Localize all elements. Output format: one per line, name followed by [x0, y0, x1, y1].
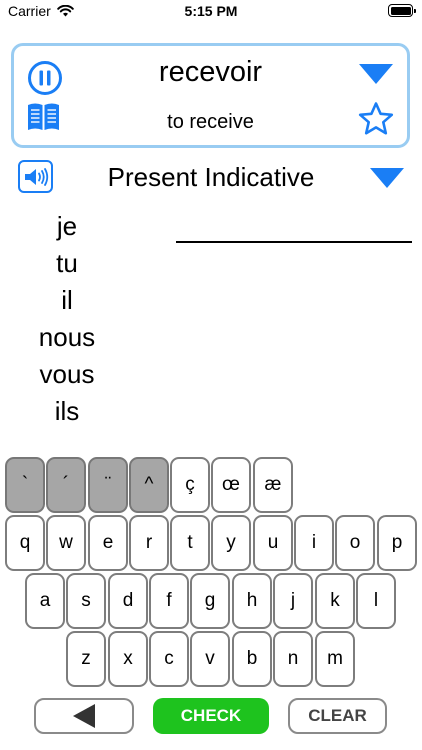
key-s[interactable]: s: [66, 573, 106, 629]
pronoun-il: il: [61, 285, 73, 315]
tense-dropdown-button[interactable]: [370, 168, 404, 193]
check-button[interactable]: CHECK: [153, 698, 269, 734]
dropdown-triangle-icon: [359, 64, 393, 84]
clear-button[interactable]: CLEAR: [288, 698, 387, 734]
favorite-button[interactable]: [358, 101, 394, 142]
key-m[interactable]: m: [315, 631, 355, 687]
star-icon: [358, 102, 394, 135]
key-c-cedilla[interactable]: ç: [170, 457, 210, 513]
key-h[interactable]: h: [232, 573, 272, 629]
verb-dropdown-button[interactable]: [359, 64, 393, 89]
key-y[interactable]: y: [211, 515, 251, 571]
key-x[interactable]: x: [108, 631, 148, 687]
key-o[interactable]: o: [335, 515, 375, 571]
key-ae-ligature[interactable]: æ: [253, 457, 293, 513]
key-l[interactable]: l: [356, 573, 396, 629]
key-t[interactable]: t: [170, 515, 210, 571]
key-accent-grave[interactable]: `: [5, 457, 45, 513]
key-c[interactable]: c: [149, 631, 189, 687]
key-w[interactable]: w: [46, 515, 86, 571]
key-e[interactable]: e: [88, 515, 128, 571]
key-z[interactable]: z: [66, 631, 106, 687]
key-q[interactable]: q: [5, 515, 45, 571]
key-accent-acute[interactable]: ´: [46, 457, 86, 513]
tense-label: Present Indicative: [107, 162, 315, 192]
key-g[interactable]: g: [190, 573, 230, 629]
key-r[interactable]: r: [129, 515, 169, 571]
key-n[interactable]: n: [273, 631, 313, 687]
key-oe-ligature[interactable]: œ: [211, 457, 251, 513]
key-j[interactable]: j: [273, 573, 313, 629]
status-time: 5:15 PM: [184, 3, 238, 19]
key-f[interactable]: f: [149, 573, 189, 629]
key-k[interactable]: k: [315, 573, 355, 629]
verb-infinitive: recevoir: [158, 56, 263, 88]
answer-input-line[interactable]: [176, 241, 412, 243]
key-b[interactable]: b: [232, 631, 272, 687]
battery-icon: [388, 4, 416, 17]
pronoun-ils: ils: [54, 396, 80, 426]
backspace-button[interactable]: [34, 698, 134, 734]
pronoun-tu: tu: [56, 248, 78, 278]
key-i[interactable]: i: [294, 515, 334, 571]
key-a[interactable]: a: [25, 573, 65, 629]
key-v[interactable]: v: [190, 631, 230, 687]
back-arrow-icon: [73, 704, 95, 728]
pronoun-je: je: [56, 211, 78, 241]
dropdown-triangle-icon: [370, 168, 404, 188]
key-p[interactable]: p: [377, 515, 417, 571]
pronoun-vous: vous: [39, 359, 95, 389]
pronoun-nous: nous: [38, 322, 96, 352]
key-u[interactable]: u: [253, 515, 293, 571]
key-accent-diaeresis[interactable]: ¨: [88, 457, 128, 513]
status-bar: Carrier 5:15 PM: [0, 0, 422, 24]
key-d[interactable]: d: [108, 573, 148, 629]
verb-card: recevoir to receive: [11, 43, 410, 148]
key-accent-circumflex[interactable]: ^: [129, 457, 169, 513]
pronoun-list: je tu il nous vous ils: [18, 208, 116, 430]
verb-translation: to receive: [167, 111, 254, 133]
